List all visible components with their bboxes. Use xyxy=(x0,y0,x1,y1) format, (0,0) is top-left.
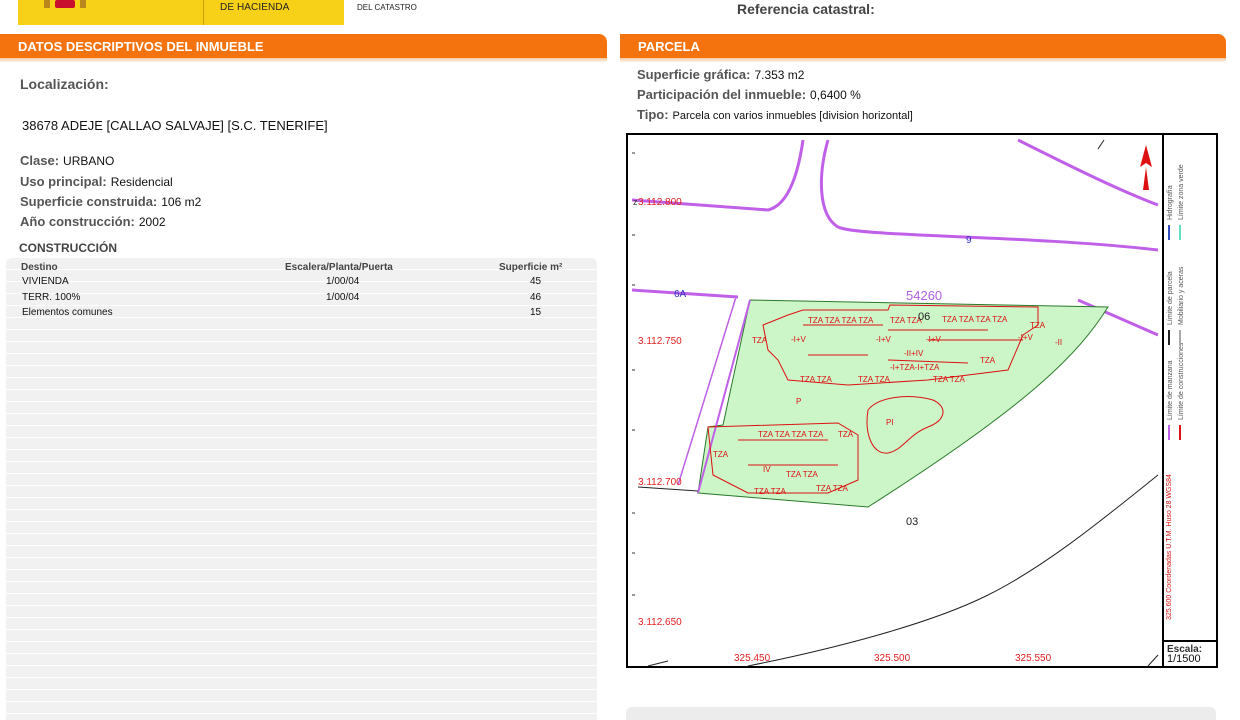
y-coordinate: 3.112.800 xyxy=(638,197,682,208)
tza-label: TZA xyxy=(980,356,996,365)
x-coordinate: 325.500 xyxy=(874,653,911,664)
tza-label: TZA TZA xyxy=(800,375,833,384)
legend-separator xyxy=(1162,135,1164,666)
field-clase: Clase: URBANO xyxy=(20,152,114,170)
table-cell: 15 xyxy=(530,307,542,318)
table-cell: 46 xyxy=(530,292,542,303)
field-label: Año construcción: xyxy=(20,214,135,229)
street-9-label: 9 xyxy=(966,235,972,246)
field-label: Clase: xyxy=(20,153,60,168)
field-uso-principal: Uso principal: Residencial xyxy=(20,173,173,191)
legend-hidrografia: Hidrografía xyxy=(1167,185,1174,220)
legend-manzana: Límite de manzana xyxy=(1167,360,1174,420)
y-coordinate: 3.112.750 xyxy=(638,336,682,347)
y-coordinate: 3.112.650 xyxy=(638,617,682,628)
address-text: 38678 ADEJE [CALLAO SALVAJE] [S.C. TENER… xyxy=(22,118,328,133)
legend-parcela: Límite de parcela xyxy=(1167,271,1174,325)
map-drawing: TZA TZA TZA TZA TZA TZA TZA TZA TZA TZA … xyxy=(631,138,1185,666)
construccion-table xyxy=(6,258,597,720)
field-participacion: Participación del inmueble: 0,6400 % xyxy=(637,86,861,104)
field-value: URBANO xyxy=(63,154,115,168)
referencia-catastral-title: Referencia catastral: xyxy=(737,1,875,17)
footer-note-box xyxy=(626,707,1216,720)
z-mark: z xyxy=(633,197,638,207)
tza-label: TZA xyxy=(838,430,854,439)
parcel-number: 54260 xyxy=(906,288,942,303)
scale-value: 1/1500 xyxy=(1167,653,1201,665)
tza-label: TZA TZA xyxy=(786,470,819,479)
iv-label: IV xyxy=(763,465,771,474)
tza-label: TZA TZA xyxy=(754,487,787,496)
field-ano-construccion: Año construcción: 2002 xyxy=(20,213,166,231)
legend-coordinates-note: 325.600 Coordenadas U.T.M. Huso 28 WGS84 xyxy=(1166,474,1173,620)
brand-divider xyxy=(203,0,204,25)
table-cell: 45 xyxy=(530,276,542,287)
legend-mobiliario: Mobiliario y aceras xyxy=(1178,266,1185,325)
legend-construcciones: Límite de construcciones xyxy=(1178,342,1185,420)
table-cell: 1/00/04 xyxy=(326,292,360,303)
table-cell: VIVIENDA xyxy=(22,276,69,287)
v-label: -I+V xyxy=(876,335,892,344)
table-header-escalera: Escalera/Planta/Puerta xyxy=(285,262,393,273)
field-value: 106 m2 xyxy=(161,195,202,209)
field-value: 0,6400 % xyxy=(810,88,861,102)
localizacion-label: Localización: xyxy=(20,76,109,92)
field-value: 2002 xyxy=(138,215,166,229)
table-header-superficie: Superficie m² xyxy=(499,262,563,273)
tza-label: TZA TZA xyxy=(933,375,966,384)
street-6a-label: 6A xyxy=(674,289,687,300)
tza-label: TZA xyxy=(1030,321,1046,330)
table-cell: Elementos comunes xyxy=(22,307,113,318)
block-06-label: 06 xyxy=(918,311,930,323)
p-label: P xyxy=(796,397,801,406)
field-superficie-grafica: Superficie gráfica: 7.353 m2 xyxy=(637,66,804,84)
parcela-header: PARCELA xyxy=(620,34,1226,63)
y-coordinate: 3.112.700 xyxy=(638,477,682,488)
x-coordinate: 325.550 xyxy=(1015,653,1052,664)
table-cell: TERR. 100% xyxy=(22,292,81,303)
v-label: -I+V xyxy=(1018,333,1034,342)
field-value: Parcela con varios inmuebles [division h… xyxy=(672,110,913,122)
table-header-destino: Destino xyxy=(21,262,58,273)
tza-label: TZA TZA TZA TZA xyxy=(758,430,824,439)
field-tipo: Tipo: Parcela con varios inmuebles [divis… xyxy=(637,106,913,124)
field-value: Residencial xyxy=(110,175,173,189)
tza-label: TZA TZA xyxy=(858,375,891,384)
parcel-map: TZA TZA TZA TZA TZA TZA TZA TZA TZA TZA … xyxy=(626,133,1218,668)
tza-label: TZA xyxy=(752,336,768,345)
coat-of-arms-icon xyxy=(32,0,102,9)
block-03-label: 03 xyxy=(906,516,918,528)
field-label: Uso principal: xyxy=(20,174,107,189)
north-arrow-icon xyxy=(1140,145,1152,167)
tza-label: TZA TZA TZA TZA xyxy=(942,315,1008,324)
field-value: 7.353 m2 xyxy=(754,68,805,82)
pool-label: PI xyxy=(886,418,894,427)
tza-label: TZA TZA xyxy=(816,484,849,493)
field-superficie-construida: Superficie construida: 106 m2 xyxy=(20,193,201,211)
field-label: Superficie gráfica: xyxy=(637,67,751,82)
catastro-subtitle: DEL CATASTRO xyxy=(357,3,417,12)
ministry-logo-block: DE HACIENDA xyxy=(18,0,344,25)
ii-label: -II xyxy=(1055,338,1062,347)
field-label: Superficie construida: xyxy=(20,194,158,209)
parcel-area xyxy=(697,299,1109,508)
legend-zona-verde: Límite zona verde xyxy=(1178,164,1185,220)
field-label: Tipo: xyxy=(637,107,669,122)
v-label: -I+V xyxy=(791,335,807,344)
scale-box: Escala: 1/1500 xyxy=(1164,640,1216,668)
v-label: -II+IV xyxy=(904,349,924,358)
x-coordinate: 325.450 xyxy=(734,653,771,664)
tza-label: TZA xyxy=(713,450,729,459)
construccion-title: CONSTRUCCIÓN xyxy=(19,241,117,255)
tza-label: -I+TZA-I+TZA xyxy=(890,363,940,372)
ministry-name: DE HACIENDA xyxy=(220,2,290,13)
datos-descriptivos-header: DATOS DESCRIPTIVOS DEL INMUEBLE xyxy=(0,34,607,63)
v-label: -I+V xyxy=(926,335,942,344)
tza-label: TZA TZA TZA TZA xyxy=(808,316,874,325)
field-label: Participación del inmueble: xyxy=(637,87,807,102)
table-cell: 1/00/04 xyxy=(326,276,360,287)
